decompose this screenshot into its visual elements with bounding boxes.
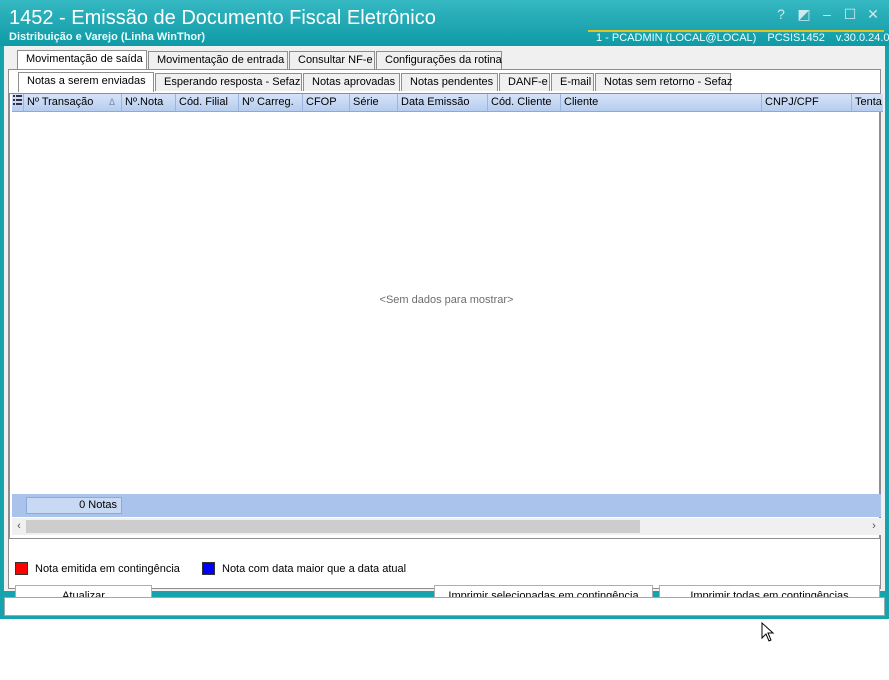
sort-ascending-icon: Δ bbox=[108, 97, 115, 107]
horizontal-scrollbar[interactable]: ‹ › bbox=[12, 518, 881, 535]
column-header-cfop[interactable]: CFOP bbox=[303, 94, 350, 111]
scroll-left-icon[interactable]: ‹ bbox=[12, 518, 26, 535]
grid-empty-message: <Sem dados para mostrar> bbox=[379, 294, 514, 306]
window-title: 1452 - Emissão de Documento Fiscal Eletr… bbox=[9, 7, 436, 29]
column-label: Nº Transação bbox=[27, 96, 94, 108]
mouse-cursor-icon bbox=[761, 622, 775, 642]
tab-email[interactable]: E-mail bbox=[551, 73, 594, 91]
red-swatch bbox=[15, 562, 28, 575]
column-header-nota[interactable]: Nº.Nota bbox=[122, 94, 176, 111]
tab-notas-pendentes[interactable]: Notas pendentes bbox=[401, 73, 498, 91]
column-header-filial[interactable]: Cód. Filial bbox=[176, 94, 239, 111]
scroll-right-icon[interactable]: › bbox=[867, 518, 881, 535]
grid-menu-icon[interactable] bbox=[12, 94, 24, 111]
application-window: 1452 - Emissão de Documento Fiscal Eletr… bbox=[0, 0, 889, 619]
tab-notas-serem-enviadas[interactable]: Notas a serem enviadas bbox=[18, 72, 154, 93]
version-info: v.30.0.24.004 bbox=[835, 32, 889, 44]
title-bar: 1452 - Emissão de Documento Fiscal Eletr… bbox=[0, 0, 889, 46]
tab-notas-sem-retorno[interactable]: Notas sem retorno - Sefaz bbox=[595, 73, 732, 91]
notes-count: 0 Notas bbox=[26, 497, 122, 514]
tab-movimentacao-entrada[interactable]: Movimentação de entrada bbox=[148, 51, 288, 69]
tab-configuracoes-rotina[interactable]: Configurações da rotina bbox=[376, 51, 502, 69]
column-header-cnpj-cpf[interactable]: CNPJ/CPF bbox=[762, 94, 852, 111]
user-info: 1 - PCADMIN (LOCAL@LOCAL) bbox=[596, 32, 757, 44]
help-icon[interactable]: ? bbox=[772, 5, 790, 23]
column-header-tentativas[interactable]: Tenta bbox=[852, 94, 883, 111]
program-info: PCSIS1452 bbox=[767, 32, 825, 44]
scrollbar-thumb[interactable] bbox=[26, 520, 640, 533]
main-tab-panel: Notas a serem enviadas Esperando respost… bbox=[8, 69, 883, 608]
tab-esperando-resposta[interactable]: Esperando resposta - Sefaz bbox=[155, 73, 302, 91]
sub-tab-panel: Nº Transação Δ Nº.Nota Cód. Filial Nº Ca… bbox=[9, 93, 883, 540]
tab-movimentacao-saida[interactable]: Movimentação de saída bbox=[17, 50, 147, 71]
column-header-carregamento[interactable]: Nº Carreg. bbox=[239, 94, 303, 111]
grid-header: Nº Transação Δ Nº.Nota Cód. Filial Nº Ca… bbox=[12, 94, 883, 112]
legend-label: Nota com data maior que a data atual bbox=[222, 563, 407, 575]
client-area: Movimentação de saída Movimentação de en… bbox=[4, 46, 885, 608]
blue-swatch bbox=[202, 562, 215, 575]
restore-icon[interactable]: ◩ bbox=[795, 5, 813, 23]
grid-footer: 0 Notas bbox=[12, 494, 881, 517]
tab-danfe[interactable]: DANF-e bbox=[499, 73, 550, 91]
column-header-cod-cliente[interactable]: Cód. Cliente bbox=[488, 94, 561, 111]
column-header-cliente[interactable]: Cliente bbox=[561, 94, 762, 111]
minimize-icon[interactable]: – bbox=[818, 5, 836, 23]
window-subtitle: Distribuição e Varejo (Linha WinThor) bbox=[9, 31, 206, 43]
maximize-icon[interactable]: ☐ bbox=[841, 5, 859, 23]
notes-grid: Nº Transação Δ Nº.Nota Cód. Filial Nº Ca… bbox=[12, 94, 883, 540]
session-info: 1 - PCADMIN (LOCAL@LOCAL) PCSIS1452 v.30… bbox=[588, 30, 889, 45]
tab-consultar-nfe[interactable]: Consultar NF-e bbox=[289, 51, 375, 69]
legend-label: Nota emitida em contingência bbox=[35, 563, 180, 575]
column-header-serie[interactable]: Série bbox=[350, 94, 398, 111]
status-bar bbox=[4, 597, 885, 616]
column-header-transacao[interactable]: Nº Transação Δ bbox=[24, 94, 122, 111]
column-header-data-emissao[interactable]: Data Emissão bbox=[398, 94, 488, 111]
tab-notas-aprovadas[interactable]: Notas aprovadas bbox=[303, 73, 400, 91]
close-icon[interactable]: ✕ bbox=[864, 5, 882, 23]
